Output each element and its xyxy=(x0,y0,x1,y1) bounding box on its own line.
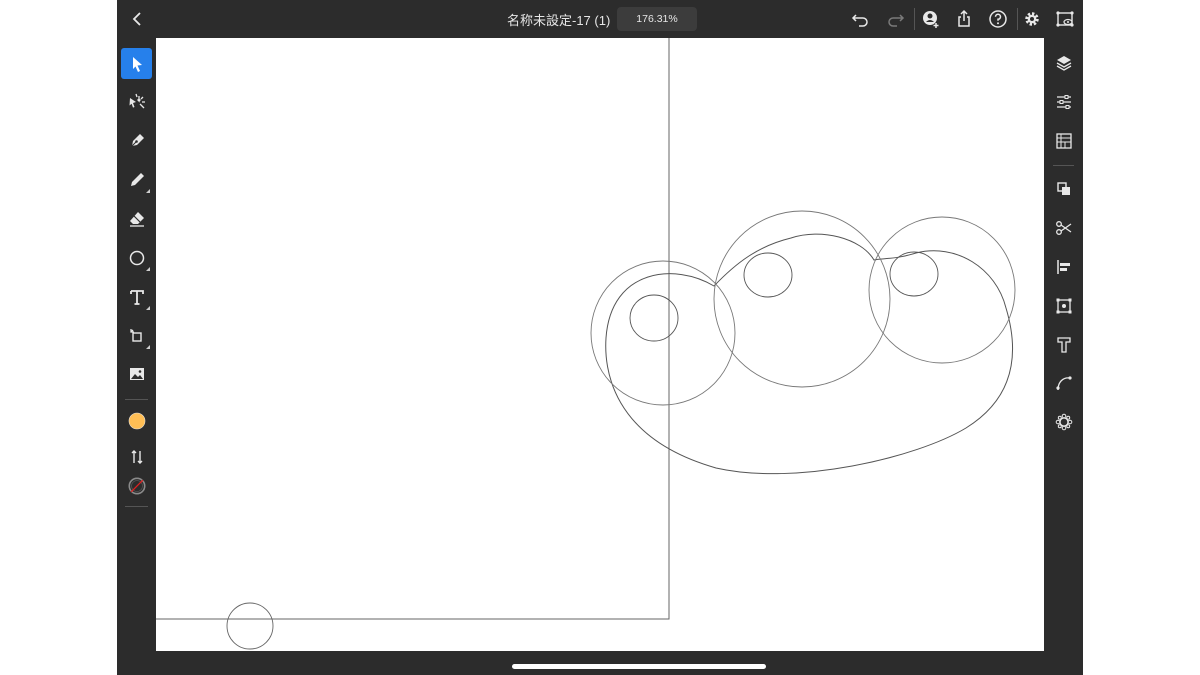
selection-tool[interactable] xyxy=(121,48,152,79)
properties-panel-button[interactable] xyxy=(1050,88,1077,115)
arrange-icon xyxy=(1056,181,1070,195)
align-button[interactable] xyxy=(1050,253,1077,280)
swap-arrows-icon xyxy=(131,449,142,464)
cloud-body-path[interactable] xyxy=(605,233,1013,475)
transform-icon xyxy=(1056,298,1071,313)
align-left-icon xyxy=(1056,259,1070,274)
top-bar: 名称未設定-17 (1) 176.31% xyxy=(117,0,1083,38)
document-title[interactable]: 名称未設定-17 (1) xyxy=(507,10,610,29)
fill-swatch[interactable] xyxy=(121,405,152,436)
pen-nib-icon xyxy=(130,133,144,147)
back-button[interactable] xyxy=(125,7,149,31)
illustrator-app: 名称未設定-17 (1) 176.31% xyxy=(117,0,1083,675)
chevron-left-icon xyxy=(132,12,141,26)
swap-fill-stroke-button[interactable] xyxy=(121,441,152,472)
arrow-icon xyxy=(132,56,142,72)
scissors-icon xyxy=(1055,220,1071,235)
share-button[interactable] xyxy=(952,7,976,31)
right-toolbar xyxy=(1044,38,1083,651)
ellipse-icon xyxy=(129,250,144,265)
eye-highlight-middle[interactable] xyxy=(743,252,793,298)
share-icon xyxy=(958,9,970,27)
submenu-indicator xyxy=(146,345,150,349)
toolbar-divider xyxy=(914,8,915,30)
invite-button[interactable] xyxy=(919,7,943,31)
submenu-indicator xyxy=(146,189,150,193)
drawing-canvas[interactable] xyxy=(156,38,1044,651)
left-toolbar xyxy=(117,38,156,651)
sliders-icon xyxy=(1056,94,1071,109)
zoom-value: 176.31% xyxy=(636,13,678,25)
gear-icon xyxy=(1025,12,1039,26)
bottom-bar xyxy=(156,651,1044,675)
artboard-boundary xyxy=(156,38,670,620)
eraser-tool[interactable] xyxy=(121,203,152,234)
toolbar-divider xyxy=(1053,165,1074,166)
redo-icon xyxy=(888,14,905,27)
transform-tool[interactable] xyxy=(121,320,152,351)
magic-arrow-icon xyxy=(129,93,145,108)
toolbar-divider xyxy=(125,399,148,400)
path-edit-button[interactable] xyxy=(1050,369,1077,396)
no-stroke-icon xyxy=(127,476,146,495)
eye-highlight-left[interactable] xyxy=(629,294,679,342)
stroke-swatch[interactable] xyxy=(121,470,152,501)
help-icon xyxy=(989,10,1007,28)
undo-icon xyxy=(851,14,868,27)
bezier-path-icon xyxy=(1055,375,1072,390)
artwork[interactable] xyxy=(156,38,1044,651)
type-panel-button[interactable] xyxy=(1050,331,1077,358)
type-outline-icon xyxy=(1056,336,1071,353)
fill-color-icon xyxy=(128,412,145,429)
pencil-icon xyxy=(130,172,144,186)
add-user-icon xyxy=(923,11,939,28)
cut-button[interactable] xyxy=(1050,214,1077,241)
preview-button[interactable] xyxy=(1053,7,1077,31)
help-button[interactable] xyxy=(986,7,1010,31)
transform-panel-button[interactable] xyxy=(1050,292,1077,319)
eraser-icon xyxy=(129,211,144,227)
pencil-tool[interactable] xyxy=(121,164,152,195)
layers-icon xyxy=(1056,55,1071,71)
direct-selection-tool[interactable] xyxy=(121,86,152,117)
construction-circle-left[interactable] xyxy=(590,260,736,406)
frame-eye-icon xyxy=(1056,11,1074,27)
layers-panel-button[interactable] xyxy=(1050,49,1077,76)
place-image-tool[interactable] xyxy=(121,358,152,389)
submenu-indicator xyxy=(146,267,150,271)
toolbar-divider xyxy=(1017,8,1018,30)
radial-repeat-icon xyxy=(1055,413,1072,430)
construction-circle-middle[interactable] xyxy=(713,210,891,388)
settings-button[interactable] xyxy=(1020,7,1044,31)
rotate-shape-icon xyxy=(129,328,142,342)
zoom-level[interactable]: 176.31% xyxy=(617,7,697,31)
shape-tool[interactable] xyxy=(121,242,152,273)
undo-button[interactable] xyxy=(848,7,872,31)
arrange-button[interactable] xyxy=(1050,175,1077,202)
libraries-panel-button[interactable] xyxy=(1050,127,1077,154)
eye-highlight-right[interactable] xyxy=(889,251,939,297)
home-indicator[interactable] xyxy=(512,664,766,669)
toolbar-divider xyxy=(125,506,148,507)
repeat-button[interactable] xyxy=(1050,408,1077,435)
submenu-indicator xyxy=(146,306,150,310)
type-icon xyxy=(129,289,144,305)
pen-tool[interactable] xyxy=(121,125,152,156)
libraries-icon xyxy=(1055,132,1072,149)
construction-circle-right[interactable] xyxy=(868,216,1016,364)
redo-button[interactable] xyxy=(884,7,908,31)
image-icon xyxy=(129,367,144,380)
type-tool[interactable] xyxy=(121,281,152,312)
small-circle-shape[interactable] xyxy=(226,602,274,650)
